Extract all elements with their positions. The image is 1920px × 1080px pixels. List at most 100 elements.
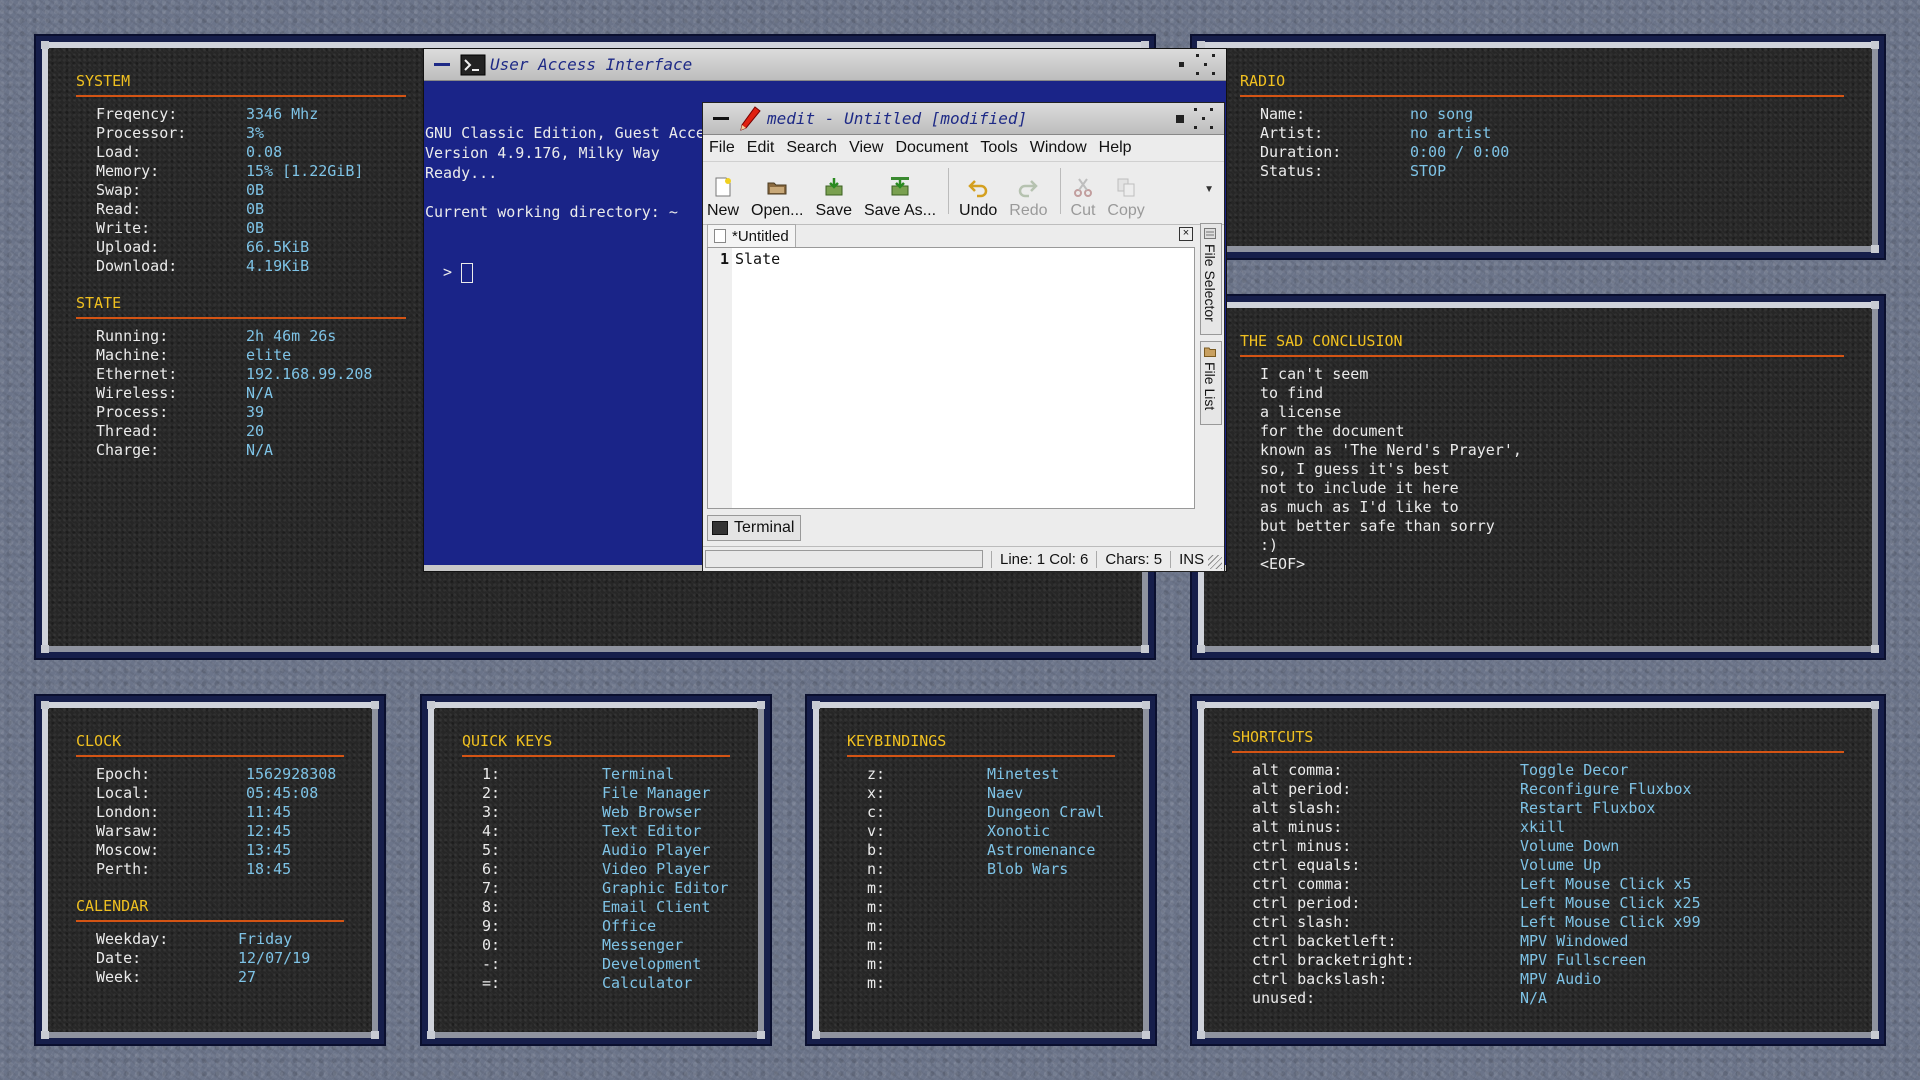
open-folder-icon bbox=[766, 176, 788, 198]
info-row: Date: 12/07/19 bbox=[96, 949, 344, 968]
calendar-title: CALENDAR bbox=[76, 897, 344, 922]
close-icon[interactable] bbox=[1194, 108, 1218, 130]
file-selector-icon bbox=[1204, 228, 1216, 239]
menu-search[interactable]: Search bbox=[780, 139, 843, 157]
info-key: Read: bbox=[96, 200, 142, 218]
info-row: 4: Text Editor bbox=[482, 822, 730, 841]
file-list-tab[interactable]: File List bbox=[1200, 341, 1222, 425]
clock-title: CLOCK bbox=[76, 732, 344, 757]
minimize-icon[interactable] bbox=[713, 117, 729, 120]
toolbar-overflow-icon[interactable]: ▼ bbox=[1204, 184, 1214, 195]
toolbar-label: Save bbox=[815, 202, 852, 219]
info-value: 12/07/19 bbox=[238, 949, 311, 967]
radio-rows: Name: no song Artist: no artist Duration: 0:0… bbox=[1240, 105, 1844, 181]
toolbar-label: Open... bbox=[751, 202, 804, 219]
cut-button[interactable]: Cut bbox=[1070, 176, 1096, 220]
info-key: alt slash: bbox=[1252, 799, 1343, 817]
info-key: Running: bbox=[96, 327, 169, 345]
medit-window[interactable]: medit - Untitled [modified] File Edit Sear… bbox=[702, 102, 1225, 572]
info-value: 0B bbox=[246, 219, 265, 237]
text-editor[interactable]: 1 Slate bbox=[707, 247, 1195, 509]
open-button[interactable]: Open... bbox=[751, 176, 804, 220]
undo-button[interactable]: Undo bbox=[959, 176, 997, 220]
info-key: ctrl equals: bbox=[1252, 856, 1361, 874]
info-row: Warsaw: 12:45 bbox=[96, 822, 344, 841]
clock-panel: CLOCK Epoch: 1562928308 Local: 05:45:08 Lond… bbox=[34, 694, 386, 1046]
info-row: ctrl comma: Left Mouse Click x5 bbox=[1252, 875, 1844, 894]
toolbar-label: Cut bbox=[1070, 202, 1096, 219]
save-button[interactable]: Save bbox=[816, 176, 852, 220]
close-icon[interactable] bbox=[1196, 54, 1220, 76]
terminal-titlebar[interactable]: User Access Interface bbox=[424, 49, 1226, 81]
radio-panel: RADIO Name: no song Artist: no artist Durati… bbox=[1190, 34, 1886, 260]
new-button[interactable]: New bbox=[707, 176, 739, 220]
info-value: MPV Windowed bbox=[1520, 932, 1629, 950]
info-value: Restart Fluxbox bbox=[1520, 799, 1656, 817]
info-row: ctrl slash: Left Mouse Click x99 bbox=[1252, 913, 1844, 932]
system-rows: Freqency: 3346 Mhz Processor: 3% Load: 0.08 Me… bbox=[76, 105, 406, 276]
menu-help[interactable]: Help bbox=[1093, 139, 1138, 157]
maximize-icon[interactable] bbox=[1176, 115, 1184, 123]
info-key: unused: bbox=[1252, 989, 1316, 1007]
info-row: Processor: 3% bbox=[96, 124, 406, 143]
info-value: 20 bbox=[246, 422, 265, 440]
text-line: as much as I'd like to bbox=[1260, 498, 1459, 516]
info-value: 192.168.99.208 bbox=[246, 365, 373, 383]
menu-tools[interactable]: Tools bbox=[974, 139, 1023, 157]
menu-window[interactable]: Window bbox=[1024, 139, 1093, 157]
info-key: c: bbox=[867, 803, 886, 821]
toolbar-label: Undo bbox=[959, 202, 998, 219]
info-row: Upload: 66.5KiB bbox=[96, 238, 406, 257]
info-value: Terminal bbox=[602, 765, 675, 783]
terminal-cursor bbox=[461, 262, 474, 283]
info-value: Blob Wars bbox=[987, 860, 1069, 878]
text-line: but better safe than sorry bbox=[1260, 517, 1495, 535]
info-key: Download: bbox=[96, 257, 178, 275]
info-key: n: bbox=[867, 860, 886, 878]
minimize-icon[interactable] bbox=[434, 63, 450, 66]
terminal-icon bbox=[712, 521, 728, 535]
save-as-button[interactable]: Save As... bbox=[864, 176, 936, 220]
redo-button[interactable]: Redo bbox=[1009, 176, 1048, 220]
info-row: Duration: 0:00 / 0:00 bbox=[1260, 143, 1844, 162]
text-line: so, I guess it's best bbox=[1260, 460, 1450, 478]
info-value: xkill bbox=[1520, 818, 1566, 836]
info-row: 6: Video Player bbox=[482, 860, 730, 879]
info-value: 13:45 bbox=[246, 841, 292, 859]
medit-titlebar[interactable]: medit - Untitled [modified] bbox=[703, 103, 1224, 135]
menu-file[interactable]: File bbox=[703, 139, 741, 157]
info-key: Process: bbox=[96, 403, 169, 421]
info-row: Epoch: 1562928308 bbox=[96, 765, 344, 784]
info-row: Memory: 15% [1.22GiB] bbox=[96, 162, 406, 181]
info-key: ctrl bracketright: bbox=[1252, 951, 1415, 969]
menu-document[interactable]: Document bbox=[889, 139, 974, 157]
close-tab-icon[interactable]: × bbox=[1179, 227, 1193, 241]
info-value: 0.08 bbox=[246, 143, 283, 161]
menu-view[interactable]: View bbox=[843, 139, 889, 157]
line-number: 1 bbox=[720, 250, 730, 268]
terminal-tab[interactable]: Terminal bbox=[707, 515, 802, 541]
maximize-icon[interactable] bbox=[1179, 62, 1184, 67]
copy-icon bbox=[1115, 176, 1137, 198]
copy-button[interactable]: Copy bbox=[1107, 176, 1145, 220]
info-key: ctrl backetleft: bbox=[1252, 932, 1397, 950]
cursor-position: Line: 1 Col: 6 bbox=[991, 550, 1096, 568]
info-value: 3% bbox=[246, 124, 265, 142]
info-row: Thread: 20 bbox=[96, 422, 406, 441]
menu-edit[interactable]: Edit bbox=[741, 139, 781, 157]
info-key: Wireless: bbox=[96, 384, 178, 402]
info-row: m: bbox=[867, 879, 1115, 898]
resize-grip-icon[interactable] bbox=[1208, 555, 1222, 569]
document-tab-label: *Untitled bbox=[732, 227, 789, 245]
file-selector-tab[interactable]: File Selector bbox=[1200, 223, 1222, 335]
info-key: m: bbox=[867, 936, 886, 954]
info-key: 6: bbox=[482, 860, 501, 878]
info-row: Download: 4.19KiB bbox=[96, 257, 406, 276]
text-line: known as 'The Nerd's Prayer', bbox=[1260, 441, 1522, 459]
document-tab[interactable]: *Untitled bbox=[707, 224, 796, 247]
text-line[interactable]: Slate bbox=[735, 250, 780, 268]
info-row: Local: 05:45:08 bbox=[96, 784, 344, 803]
conclusion-panel: THE SAD CONCLUSION I can't seem to find a … bbox=[1190, 294, 1886, 660]
info-row: Status: STOP bbox=[1260, 162, 1844, 181]
state-rows: Running: 2h 46m 26s Machine: elite Ethernet:… bbox=[76, 327, 406, 460]
